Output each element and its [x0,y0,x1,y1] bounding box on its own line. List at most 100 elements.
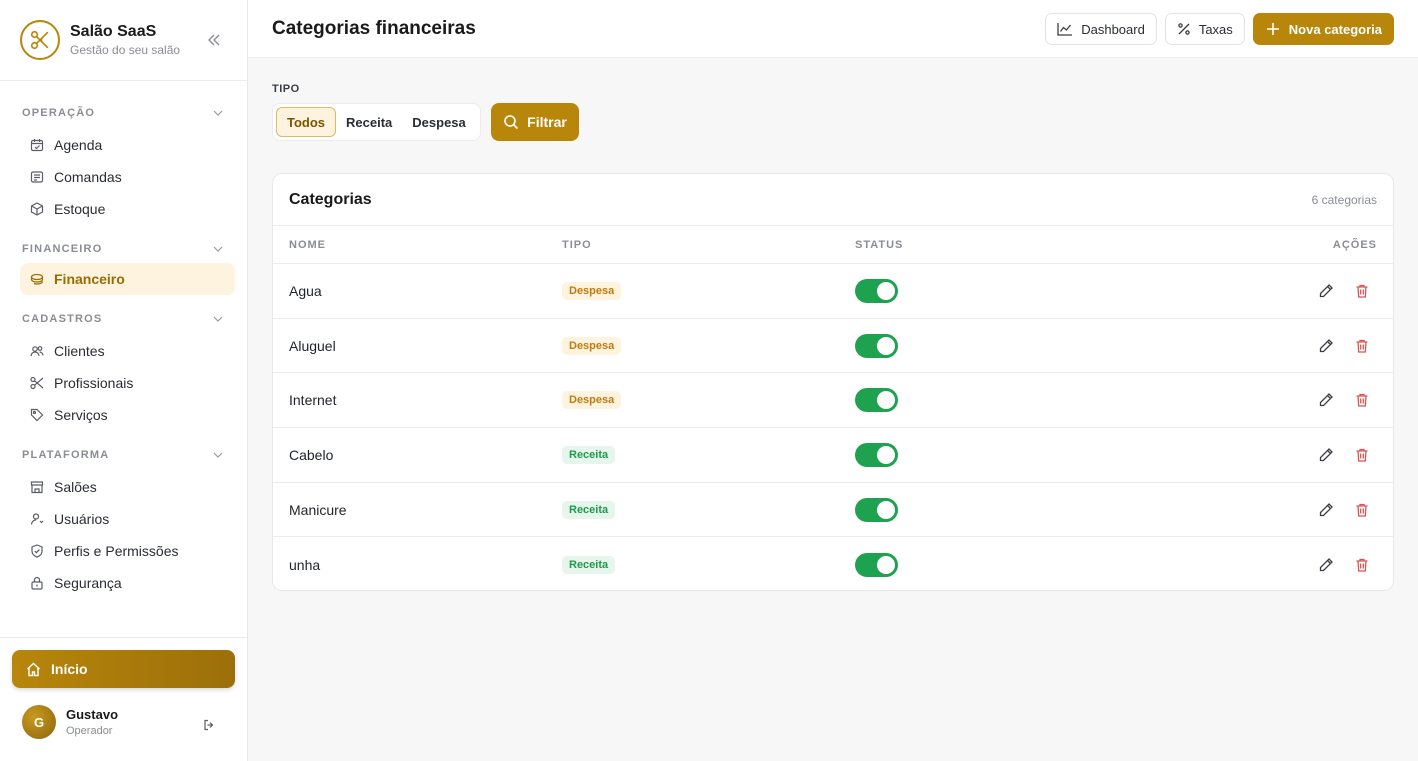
column-header-status[interactable]: STATUS [855,239,903,251]
table-row: Internet Despesa [273,373,1393,429]
type-filter: TIPO Todos Receita Despesa Filtrar [272,83,579,141]
collapse-sidebar-icon[interactable] [207,33,221,47]
category-name: Cabelo [289,446,334,463]
section-label: PLATAFORMA [22,449,110,461]
trash-icon[interactable] [1354,557,1370,573]
table-header: NOME TIPO STATUS AÇÕES [273,226,1393,264]
shield-icon [30,544,44,558]
chevron-down-icon [213,246,223,252]
pencil-icon[interactable] [1318,502,1334,518]
sidebar-item-usuarios[interactable]: Usuários [20,503,235,535]
trash-icon[interactable] [1354,502,1370,518]
chevron-down-icon [213,110,223,116]
header-actions: Dashboard Taxas Nova categoria [1045,13,1394,45]
calendar-icon [30,138,44,152]
column-header-nome[interactable]: NOME [289,239,326,251]
category-name: Manicure [289,501,347,518]
dashboard-button[interactable]: Dashboard [1045,13,1157,45]
chart-line-icon [1057,22,1073,36]
card-header: Categorias 6 categorias [273,174,1393,226]
section-financeiro[interactable]: FINANCEIRO [0,239,247,259]
sidebar-item-comandas[interactable]: Comandas [20,161,235,193]
status-toggle[interactable] [855,497,898,522]
category-name: Aluguel [289,337,336,354]
home-button[interactable]: Início [12,650,235,688]
toggle-knob [877,445,895,464]
sidebar-nav: OPERAÇÃO Agenda Comandas Estoque FINANCE… [0,81,247,599]
trash-icon[interactable] [1354,392,1370,408]
sidebar-item-servicos[interactable]: Serviços [20,399,235,431]
trash-icon[interactable] [1354,338,1370,354]
avatar: G [22,705,56,739]
filter-label: TIPO [272,83,300,95]
new-category-button[interactable]: Nova categoria [1252,13,1394,45]
status-toggle[interactable] [855,442,898,467]
sidebar-item-label: Salões [54,479,97,495]
column-header-tipo[interactable]: TIPO [562,239,592,251]
scissors-logo-icon [20,20,60,60]
table-row: Aluguel Despesa [273,319,1393,374]
section-plataforma[interactable]: PLATAFORMA [0,445,247,465]
type-segmented-control: Todos Receita Despesa [272,103,481,141]
pencil-icon[interactable] [1318,557,1334,573]
trash-icon[interactable] [1354,447,1370,463]
table-row: Agua Despesa [273,264,1393,319]
sidebar-item-label: Perfis e Permissões [54,543,179,559]
pencil-icon[interactable] [1318,283,1334,299]
table-row: Cabelo Receita [273,428,1393,483]
sidebar-item-label: Profissionais [54,375,134,391]
pencil-icon[interactable] [1318,392,1334,408]
chevron-down-icon [213,316,223,322]
user-name: Gustavo [66,707,119,722]
section-operacao[interactable]: OPERAÇÃO [0,103,247,123]
filter-button[interactable]: Filtrar [491,103,579,141]
status-toggle[interactable] [855,278,898,303]
trash-icon[interactable] [1354,283,1370,299]
sidebar-item-agenda[interactable]: Agenda [20,129,235,161]
sidebar-item-clientes[interactable]: Clientes [20,335,235,367]
new-category-label: Nova categoria [1288,21,1382,37]
toggle-knob [877,281,895,300]
section-label: OPERAÇÃO [22,107,96,119]
category-name: Internet [289,392,337,409]
pencil-icon[interactable] [1318,338,1334,354]
sidebar-item-label: Segurança [54,575,122,591]
sidebar-item-financeiro[interactable]: Financeiro [20,263,235,295]
logout-icon[interactable] [203,718,215,731]
sidebar-item-estoque[interactable]: Estoque [20,193,235,225]
taxas-button[interactable]: Taxas [1164,13,1245,45]
brand: Salão SaaS Gestão do seu salão [0,0,247,81]
box-icon [30,202,44,216]
toggle-knob [877,500,895,519]
home-icon [26,662,41,677]
user-role: Operador [66,725,113,737]
filter-option-despesa[interactable]: Despesa [402,107,475,137]
sidebar-item-perfis[interactable]: Perfis e Permissões [20,535,235,567]
sidebar-item-label: Agenda [54,137,103,153]
status-toggle[interactable] [855,333,898,358]
user-icon [30,512,44,526]
status-toggle[interactable] [855,552,898,577]
sidebar-item-seguranca[interactable]: Segurança [20,567,235,599]
sidebar-item-label: Comandas [54,169,122,185]
taxas-label: Taxas [1198,21,1233,37]
filter-option-todos[interactable]: Todos [276,107,337,137]
sidebar-footer: Início G Gustavo Operador [0,637,247,761]
pencil-icon[interactable] [1318,447,1334,463]
filter-option-receita[interactable]: Receita [336,107,402,137]
sidebar-item-profissionais[interactable]: Profissionais [20,367,235,399]
users-icon [30,344,44,358]
money-icon [30,272,44,286]
section-label: FINANCEIRO [22,243,103,255]
user-profile[interactable]: G Gustavo Operador [22,705,118,739]
toggle-knob [877,555,895,574]
dashboard-label: Dashboard [1081,21,1145,37]
type-badge: Despesa [562,281,622,300]
type-badge: Despesa [562,391,622,410]
store-icon [30,480,44,494]
table-row: Manicure Receita [273,483,1393,538]
status-toggle[interactable] [855,388,898,413]
sidebar-item-saloes[interactable]: Salões [20,471,235,503]
section-cadastros[interactable]: CADASTROS [0,309,247,329]
sidebar-item-label: Estoque [54,201,106,217]
